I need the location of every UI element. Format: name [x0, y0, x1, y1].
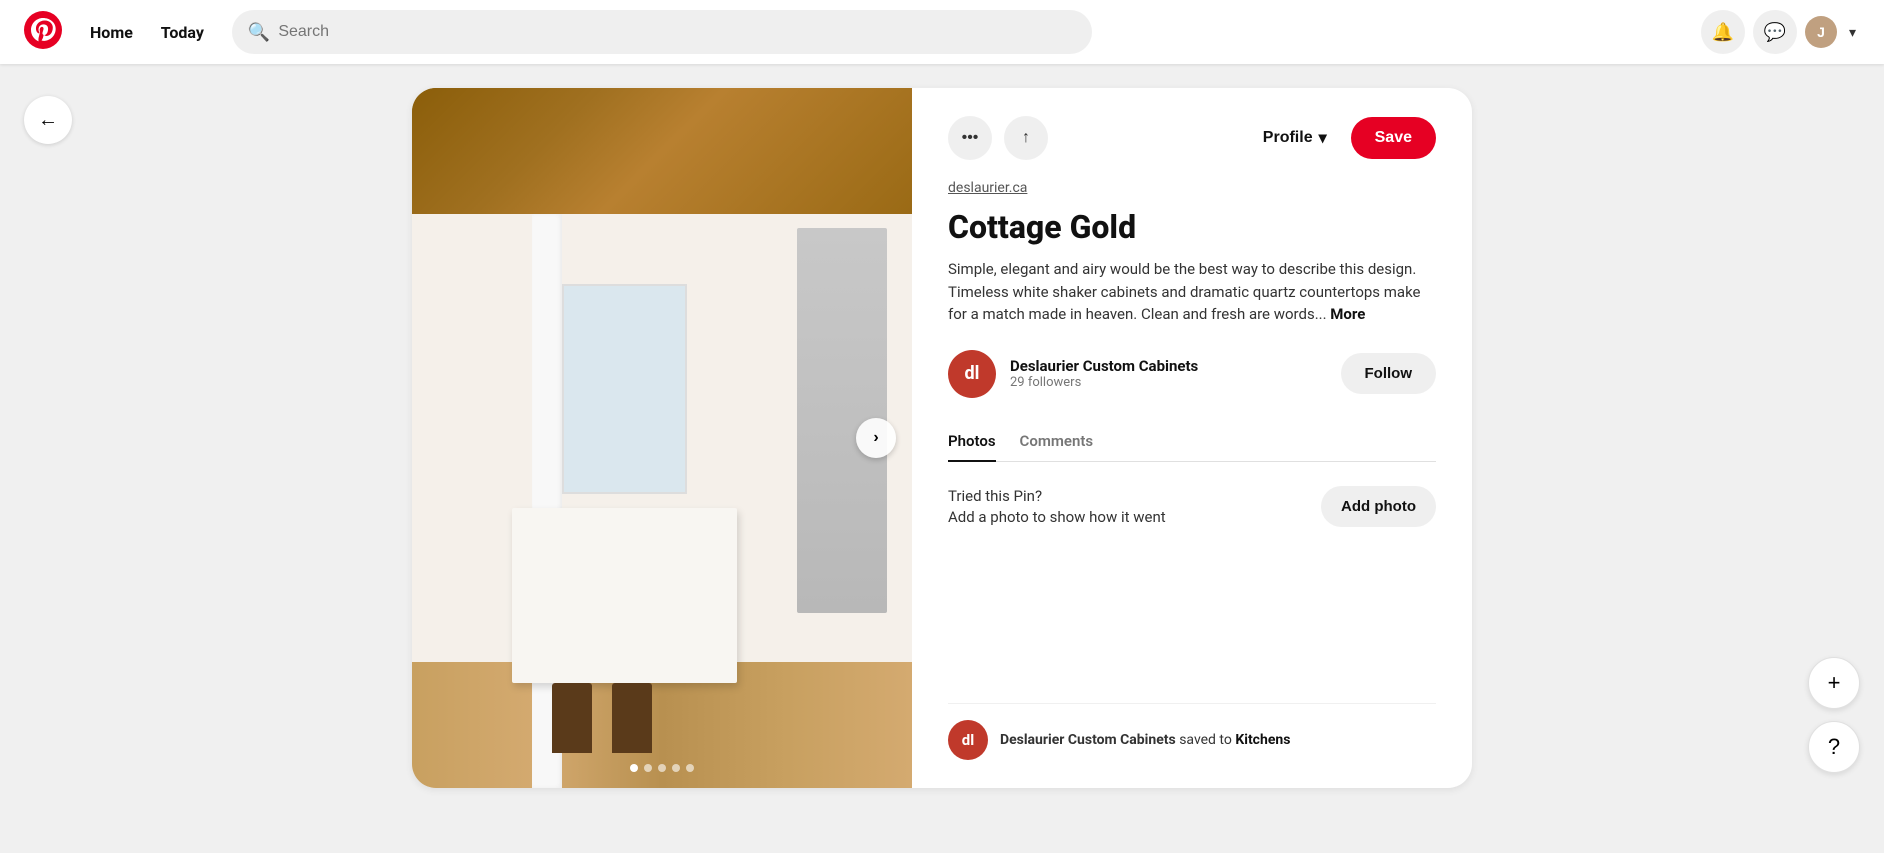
nav-home[interactable]: Home	[78, 15, 145, 50]
carousel-dot-4[interactable]	[672, 764, 680, 772]
follow-button[interactable]: Follow	[1341, 353, 1437, 394]
chat-icon: 💬	[1764, 22, 1786, 43]
bell-icon: 🔔	[1712, 22, 1734, 43]
try-pin-section: Tried this Pin? Add a photo to show how …	[948, 486, 1436, 528]
more-icon: •••	[962, 129, 979, 147]
pin-title: Cottage Gold	[948, 208, 1436, 246]
try-pin-title: Tried this Pin?	[948, 486, 1166, 507]
back-icon: ←	[38, 109, 58, 132]
nav-today[interactable]: Today	[149, 15, 216, 50]
profile-dropdown-button[interactable]: Profile ▾	[1251, 120, 1339, 156]
search-input[interactable]	[278, 23, 1076, 41]
notifications-button[interactable]: 🔔	[1701, 10, 1745, 54]
saved-avatar[interactable]: dl	[948, 720, 988, 760]
author-info: Deslaurier Custom Cabinets 29 followers	[1010, 357, 1327, 390]
search-icon: 🔍	[248, 22, 270, 43]
share-button[interactable]: ↑	[1004, 116, 1048, 160]
pin-tabs: Photos Comments	[948, 422, 1436, 462]
help-icon: ?	[1828, 734, 1840, 760]
author-avatar[interactable]: dl	[948, 350, 996, 398]
header: Home Today 🔍 🔔 💬 J ▾	[0, 0, 1884, 64]
pinterest-logo[interactable]	[24, 11, 62, 53]
saved-to-preposition: saved to	[1179, 732, 1232, 748]
user-menu-chevron[interactable]: ▾	[1845, 20, 1860, 45]
carousel-dots	[630, 764, 694, 772]
kitchen-stool-2	[612, 683, 652, 753]
carousel-dot-2[interactable]	[644, 764, 652, 772]
floating-add-button[interactable]: +	[1808, 657, 1860, 709]
main-content: ← ›	[0, 64, 1884, 812]
chevron-right-icon: ›	[873, 429, 878, 447]
back-button[interactable]: ←	[24, 96, 72, 144]
messages-button[interactable]: 💬	[1753, 10, 1797, 54]
carousel-dot-3[interactable]	[658, 764, 666, 772]
author-followers: 29 followers	[1010, 375, 1327, 390]
saved-by-name: Deslaurier Custom Cabinets	[1000, 732, 1176, 748]
user-avatar-button[interactable]: J	[1805, 16, 1837, 48]
saved-board-link[interactable]: Kitchens	[1235, 732, 1290, 748]
saved-row: dl Deslaurier Custom Cabinets saved to K…	[948, 703, 1436, 760]
pin-toolbar: ••• ↑ Profile ▾ Save	[948, 116, 1436, 160]
pin-source-link[interactable]: deslaurier.ca	[948, 180, 1436, 196]
dropdown-chevron-icon: ▾	[1319, 128, 1327, 148]
more-options-button[interactable]: •••	[948, 116, 992, 160]
try-pin-text: Tried this Pin? Add a photo to show how …	[948, 486, 1166, 528]
header-right: 🔔 💬 J ▾	[1701, 10, 1860, 54]
kitchen-image	[412, 88, 912, 788]
tab-comments[interactable]: Comments	[1020, 422, 1094, 462]
main-nav: Home Today	[78, 23, 216, 42]
pin-content: ••• ↑ Profile ▾ Save deslaurier.ca Cotta…	[912, 88, 1472, 788]
add-photo-button[interactable]: Add photo	[1321, 486, 1436, 527]
read-more-link[interactable]: More	[1330, 305, 1365, 323]
save-button[interactable]: Save	[1351, 117, 1436, 159]
kitchen-stool-1	[552, 683, 592, 753]
pin-description: Simple, elegant and airy would be the be…	[948, 258, 1436, 326]
saved-text: Deslaurier Custom Cabinets saved to Kitc…	[1000, 732, 1290, 748]
floating-help-button[interactable]: ?	[1808, 721, 1860, 773]
kitchen-island	[512, 508, 737, 683]
carousel-dot-5[interactable]	[686, 764, 694, 772]
floating-buttons: + ?	[1808, 657, 1860, 773]
search-bar: 🔍	[232, 10, 1092, 54]
carousel-dot-1[interactable]	[630, 764, 638, 772]
author-row: dl Deslaurier Custom Cabinets 29 followe…	[948, 350, 1436, 398]
author-name: Deslaurier Custom Cabinets	[1010, 357, 1327, 375]
pin-card: › ••• ↑ Profile	[412, 88, 1472, 788]
pin-image-area: ›	[412, 88, 912, 788]
profile-label: Profile	[1263, 129, 1313, 147]
try-pin-subtitle: Add a photo to show how it went	[948, 507, 1166, 528]
kitchen-window	[562, 284, 687, 494]
plus-icon: +	[1828, 670, 1841, 696]
carousel-next-button[interactable]: ›	[856, 418, 896, 458]
share-icon: ↑	[1022, 129, 1030, 147]
tab-photos[interactable]: Photos	[948, 422, 996, 462]
